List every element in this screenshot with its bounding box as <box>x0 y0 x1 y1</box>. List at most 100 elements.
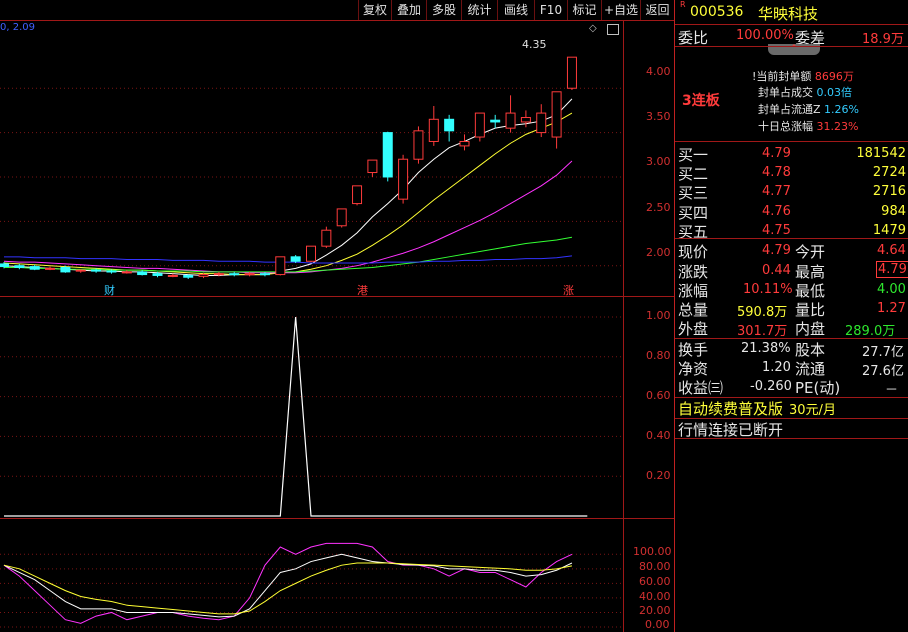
candle-body <box>244 273 255 276</box>
candle-body <box>259 273 270 276</box>
candle-body <box>106 270 117 273</box>
huanshou-value: 21.38% <box>741 341 791 356</box>
marker-zhang[interactable]: 涨 <box>563 282 574 298</box>
panel-divider <box>674 0 675 632</box>
bid-label: 买一 <box>678 146 709 164</box>
bids-divider <box>675 238 908 239</box>
candle-body <box>183 274 194 278</box>
bid-row[interactable]: 买五 4.75 1479 <box>675 221 908 241</box>
weicha-value: 18.9万 <box>862 32 904 47</box>
candle-body <box>520 117 531 123</box>
bid-price: 4.75 <box>762 222 791 238</box>
bid-row[interactable]: 买三 4.77 2716 <box>675 182 908 202</box>
bid-price: 4.76 <box>762 203 791 219</box>
zuigao-value: 4.79 <box>876 261 908 278</box>
ind2-axis-label: 100.00 <box>633 545 672 558</box>
r-badge: R <box>680 0 686 9</box>
status-divider <box>675 438 908 439</box>
weibi-value: 100.00% <box>736 28 794 43</box>
board-line-4: 十日总涨幅 31.23% <box>758 120 859 133</box>
bid-label: 买二 <box>678 165 709 184</box>
candle-body <box>398 158 409 200</box>
candle-body <box>60 266 71 273</box>
ma-line <box>4 236 573 273</box>
promo-banner[interactable]: 自动续费普及版 30元/月 <box>678 398 836 419</box>
price-axis-label: 3.50 <box>646 110 671 123</box>
candle-body <box>121 271 132 274</box>
jingzi-value: 1.20 <box>762 360 791 375</box>
bid-volume: 2716 <box>872 184 906 200</box>
ma-line <box>4 255 573 264</box>
price-axis-label: 2.00 <box>646 246 671 259</box>
ind1-axis-label: 0.80 <box>646 349 671 362</box>
ind2-axis-label: 20.00 <box>639 604 671 617</box>
price-axis-label: 3.00 <box>646 155 671 168</box>
toolbar-duogu-button[interactable]: 多股 <box>426 0 461 20</box>
ind2-axis-label: 80.00 <box>639 560 671 573</box>
indicator2-chart[interactable] <box>0 519 623 632</box>
toolbar-diejia-button[interactable]: 叠加 <box>391 0 426 20</box>
ind1-axis-label: 0.60 <box>646 389 671 402</box>
indicator1-chart[interactable] <box>0 297 623 518</box>
waipan-value: 301.7万 <box>737 324 788 339</box>
price-chart[interactable] <box>0 21 623 296</box>
ma-line <box>3 98 573 276</box>
toolbar-fanhui-button[interactable]: 返回 <box>640 0 674 20</box>
pe-value: － <box>885 383 899 398</box>
axis-divider <box>623 20 624 632</box>
candle-body <box>137 271 148 276</box>
candle-body <box>152 273 163 276</box>
candle-body <box>566 56 577 89</box>
ind2-axis-label: 0.00 <box>645 618 670 631</box>
huanshou-label: 换手 <box>678 341 709 359</box>
stock-code[interactable]: 000536 <box>690 4 743 20</box>
zuigao-label: 最高 <box>795 263 826 281</box>
board-divider <box>675 141 908 142</box>
zongliang-label: 总量 <box>678 301 709 319</box>
ind2-line <box>3 553 573 618</box>
guben-label: 股本 <box>795 341 826 359</box>
marker-cai[interactable]: 财 <box>104 282 115 298</box>
toolbar-huaxian-button[interactable]: 画线 <box>497 0 534 20</box>
weibi-label: 委比 <box>678 29 709 47</box>
toolbar-biaoji-button[interactable]: 标记 <box>567 0 601 20</box>
toolbar-zixuan-button[interactable]: +自选 <box>601 0 640 20</box>
toolbar-tongji-button[interactable]: 统计 <box>461 0 497 20</box>
shouyi-value: -0.260 <box>750 379 792 394</box>
candle-body <box>382 132 393 178</box>
toolbar-fuquan-button[interactable]: 复权 <box>358 0 391 20</box>
bid-label: 买四 <box>678 203 709 222</box>
stock-name[interactable]: 华映科技 <box>758 3 818 24</box>
ind1-axis-label: 0.20 <box>646 469 671 482</box>
toolbar-f10-button[interactable]: F10 <box>534 0 567 20</box>
ma-line <box>3 160 573 274</box>
liangbi-label: 量比 <box>795 301 826 319</box>
candle-body <box>275 256 286 276</box>
bid-row[interactable]: 买四 4.76 984 <box>675 202 908 222</box>
price-axis-label: 2.50 <box>646 201 671 214</box>
marker-gang[interactable]: 港 <box>357 282 368 298</box>
candle-body <box>428 118 439 142</box>
candle-body <box>198 274 209 277</box>
candle-body <box>536 112 547 134</box>
liangbi-value: 1.27 <box>877 301 906 316</box>
neipan-label: 内盘 <box>795 320 826 338</box>
shouyi-label: 收益㈢ <box>678 379 724 397</box>
zhangdie-value: 0.44 <box>762 263 791 278</box>
bid-volume: 984 <box>881 203 906 219</box>
candle-body <box>91 269 102 272</box>
candle-body <box>0 263 9 268</box>
candle-body <box>505 112 516 129</box>
ind1-axis-label: 1.00 <box>646 309 671 322</box>
candle-body <box>474 112 485 138</box>
bid-row[interactable]: 买二 4.78 2724 <box>675 163 908 184</box>
streak-label: 3连板 <box>682 93 720 109</box>
guben-value: 27.7亿 <box>862 345 904 360</box>
candle-body <box>29 266 40 270</box>
bid-row[interactable]: 买一 4.79 181542 <box>675 144 908 164</box>
candle-body <box>336 208 347 227</box>
bid-volume: 2724 <box>872 165 906 181</box>
quote-divider <box>675 338 908 339</box>
jinkai-label: 今开 <box>795 243 826 261</box>
candle-body <box>306 245 316 262</box>
